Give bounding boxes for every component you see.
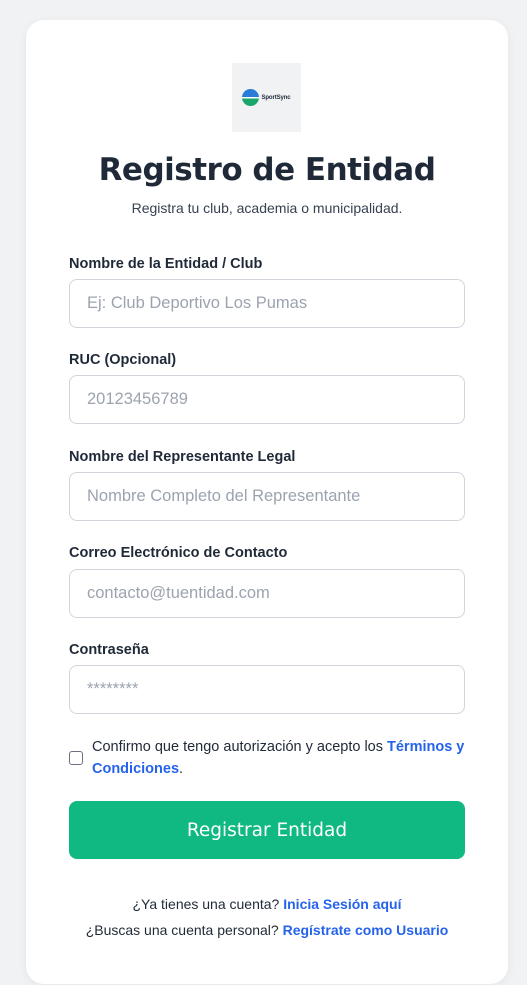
terms-checkbox[interactable]	[69, 751, 83, 765]
terms-suffix: .	[179, 761, 184, 777]
register-entity-button[interactable]: Registrar Entidad	[69, 801, 465, 859]
entity-name-input[interactable]	[69, 279, 465, 328]
logo-text: SportSync	[261, 94, 291, 101]
user-prompt-text: ¿Buscas una cuenta personal?	[85, 922, 283, 938]
page-title: Registro de Entidad	[98, 152, 436, 188]
terms-prefix: Confirmo que tengo autorización y acepto…	[92, 739, 388, 755]
email-label: Correo Electrónico de Contacto	[69, 545, 288, 561]
entity-name-label: Nombre de la Entidad / Club	[69, 256, 263, 272]
terms-row: Confirmo que tengo autorización y acepto…	[69, 736, 469, 780]
login-link[interactable]: Inicia Sesión aquí	[283, 896, 401, 912]
registration-card: SportSync Registro de Entidad Registra t…	[26, 20, 508, 984]
email-input[interactable]	[69, 569, 465, 618]
login-prompt-text: ¿Ya tienes una cuenta?	[132, 896, 284, 912]
terms-text: Confirmo que tengo autorización y acepto…	[92, 736, 469, 780]
ruc-label: RUC (Opcional)	[69, 352, 177, 368]
register-user-link[interactable]: Regístrate como Usuario	[283, 922, 449, 938]
password-input[interactable]	[69, 665, 465, 714]
logo: SportSync	[232, 63, 301, 132]
ruc-input[interactable]	[69, 375, 465, 424]
user-register-prompt: ¿Buscas una cuenta personal? Regístrate …	[26, 922, 508, 938]
representative-input[interactable]	[69, 472, 465, 521]
login-prompt: ¿Ya tienes una cuenta? Inicia Sesión aqu…	[26, 896, 508, 912]
representative-label: Nombre del Representante Legal	[69, 449, 296, 465]
password-label: Contraseña	[69, 642, 149, 658]
page-subtitle: Registra tu club, academia o municipalid…	[131, 200, 403, 216]
sportsync-logo-icon	[242, 89, 260, 106]
